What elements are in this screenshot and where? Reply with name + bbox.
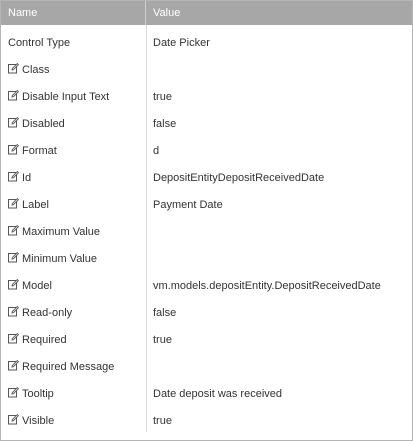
property-grid: Name Value Control Type Date Picker Class D… (0, 0, 413, 441)
property-row[interactable]: Required true (1, 322, 412, 349)
property-value[interactable]: Payment Date (153, 187, 408, 214)
edit-icon[interactable] (8, 252, 19, 263)
edit-icon[interactable] (8, 306, 19, 317)
property-row[interactable]: Read-only false (1, 295, 412, 322)
edit-icon[interactable] (8, 171, 19, 182)
grid-header: Name Value (1, 1, 412, 25)
property-name: Maximum Value (22, 226, 101, 238)
edit-icon[interactable] (8, 198, 19, 209)
property-value[interactable]: d (153, 133, 408, 160)
property-name-cell: Required Message (8, 349, 144, 376)
property-name: Minimum Value (22, 253, 97, 265)
property-name-cell: Label (8, 187, 144, 214)
edit-icon[interactable] (8, 414, 19, 425)
property-value[interactable] (153, 214, 408, 241)
property-value[interactable]: Date deposit was received (153, 376, 408, 403)
property-name-cell: Class (8, 52, 144, 79)
property-row[interactable]: Disabled false (1, 106, 412, 133)
property-name: Read-only (22, 307, 73, 319)
property-name: Model (22, 280, 52, 292)
property-name-cell: Required (8, 322, 144, 349)
property-row[interactable]: Id DepositEntityDepositReceivedDate (1, 160, 412, 187)
property-name: Id (22, 172, 32, 184)
edit-icon[interactable] (8, 387, 19, 398)
property-value[interactable] (153, 349, 408, 376)
property-value[interactable]: true (153, 79, 408, 106)
property-name: Disabled (22, 118, 65, 130)
property-row[interactable]: Minimum Value (1, 241, 412, 268)
property-name: Disable Input Text (22, 91, 110, 103)
property-name-cell: Control Type (8, 25, 144, 52)
property-name: Control Type (8, 37, 71, 49)
name-column-header[interactable]: Name (1, 1, 146, 25)
property-row[interactable]: Control Type Date Picker (1, 25, 412, 52)
property-value[interactable]: true (153, 322, 408, 349)
property-name: Required (22, 334, 67, 346)
property-name-cell: Model (8, 268, 144, 295)
property-name-cell: Visible (8, 403, 144, 430)
property-row[interactable]: Label Payment Date (1, 187, 412, 214)
edit-icon[interactable] (8, 63, 19, 74)
edit-icon[interactable] (8, 90, 19, 101)
property-row[interactable]: Required Message (1, 349, 412, 376)
edit-icon[interactable] (8, 333, 19, 344)
edit-icon[interactable] (8, 117, 19, 128)
edit-icon[interactable] (8, 144, 19, 155)
property-row[interactable]: Class (1, 52, 412, 79)
property-name-cell: Read-only (8, 295, 144, 322)
property-name-cell: Id (8, 160, 144, 187)
property-row[interactable]: Tooltip Date deposit was received (1, 376, 412, 403)
value-column-header[interactable]: Value (146, 1, 412, 25)
grid-body: Control Type Date Picker Class Disable Inpu… (1, 25, 412, 440)
property-name-cell: Minimum Value (8, 241, 144, 268)
property-name-cell: Disable Input Text (8, 79, 144, 106)
property-value[interactable]: false (153, 106, 408, 133)
property-name: Format (22, 145, 57, 157)
property-name: Class (22, 64, 50, 76)
property-value[interactable] (153, 52, 408, 79)
property-row[interactable]: Maximum Value (1, 214, 412, 241)
property-row[interactable]: Disable Input Text true (1, 79, 412, 106)
property-row[interactable]: Model vm.models.depositEntity.DepositRece… (1, 268, 412, 295)
edit-icon[interactable] (8, 279, 19, 290)
property-value[interactable]: true (153, 403, 408, 430)
property-name-cell: Maximum Value (8, 214, 144, 241)
property-name: Required Message (22, 361, 115, 373)
property-name-cell: Tooltip (8, 376, 144, 403)
property-value[interactable]: DepositEntityDepositReceivedDate (153, 160, 408, 187)
property-name: Visible (22, 415, 55, 427)
edit-icon[interactable] (8, 360, 19, 371)
property-row[interactable]: Format d (1, 133, 412, 160)
edit-icon[interactable] (8, 225, 19, 236)
property-name: Label (22, 199, 49, 211)
property-value[interactable] (153, 241, 408, 268)
property-name-cell: Disabled (8, 106, 144, 133)
property-name-cell: Format (8, 133, 144, 160)
property-value[interactable]: false (153, 295, 408, 322)
property-value[interactable]: vm.models.depositEntity.DepositReceivedD… (153, 268, 408, 295)
property-name: Tooltip (22, 388, 54, 400)
property-value[interactable]: Date Picker (153, 25, 408, 52)
property-row[interactable]: Visible true (1, 403, 412, 430)
